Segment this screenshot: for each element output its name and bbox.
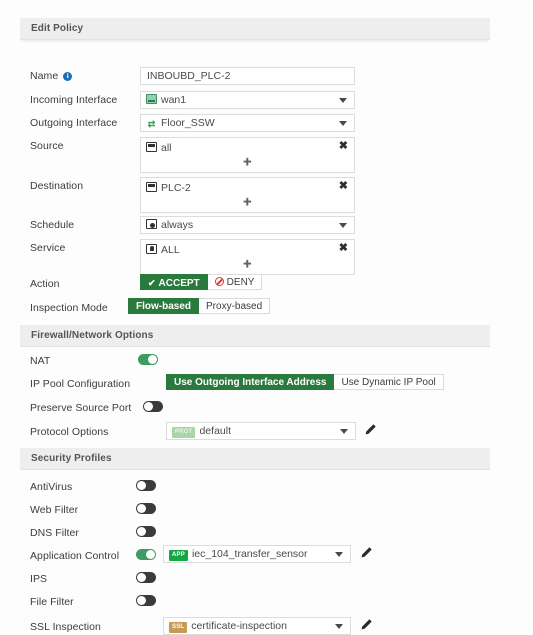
edit-pencil-icon[interactable] [360,546,373,559]
service-item-0: ALL [161,244,180,257]
application-control-select[interactable]: APP iec_104_transfer_sensor [163,545,351,563]
address-object-icon [146,142,157,152]
action-accept-label: ACCEPT [158,278,200,289]
chevron-down-icon [335,552,343,557]
label-action: Action [30,278,60,290]
label-ips: IPS [30,573,48,585]
ip-pool-dynamic-button[interactable]: Use Dynamic IP Pool [334,374,444,390]
dns-filter-toggle[interactable] [136,526,156,537]
label-file-filter: File Filter [30,596,74,608]
security-profiles-section-header: Security Profiles [20,448,490,470]
destination-add-button[interactable] [141,196,354,208]
app-badge: APP [169,550,188,562]
schedule-icon [146,219,157,230]
label-schedule: Schedule [30,219,75,231]
application-control-toggle[interactable] [136,549,156,560]
label-dns-filter: DNS Filter [30,527,79,539]
preserve-source-port-toggle[interactable] [143,401,163,412]
outgoing-interface-value: Floor_SSW [161,117,215,129]
interface-icon [146,94,157,105]
chevron-down-icon [339,121,347,126]
destination-remove-button[interactable]: ✖ [339,179,348,193]
action-accept-button[interactable]: ✔ ACCEPT [140,274,208,290]
service-icon [146,244,157,254]
source-remove-button[interactable]: ✖ [339,139,348,153]
label-source: Source [30,140,64,152]
nat-toggle[interactable] [138,354,158,365]
web-filter-toggle[interactable] [136,503,156,514]
ssl-inspection-value: certificate-inspection [191,620,287,632]
inspection-mode-flow-button[interactable]: Flow-based [128,298,200,314]
service-remove-button[interactable]: ✖ [339,241,348,255]
label-inspection-mode: Inspection Mode [30,302,108,314]
source-field[interactable]: all ✖ [140,137,355,173]
antivirus-toggle[interactable] [136,480,156,491]
dialog-title: Edit Policy [31,23,84,34]
service-field[interactable]: ALL ✖ [140,239,355,275]
label-application-control: Application Control [30,550,120,562]
action-deny-button[interactable]: DENY [207,274,263,290]
ssl-inspection-select[interactable]: SSL certificate-inspection [163,617,351,635]
inspection-mode-button-group: Flow-based Proxy-based [128,298,271,314]
incoming-interface-select[interactable]: wan1 [140,91,355,109]
label-preserve-source-port: Preserve Source Port [30,402,132,414]
edit-pencil-icon[interactable] [364,423,377,436]
file-filter-toggle[interactable] [136,595,156,606]
name-input[interactable]: INBOUBD_PLC-2 [140,67,355,85]
service-add-button[interactable] [141,258,354,270]
label-web-filter: Web Filter [30,504,79,516]
chevron-down-icon [335,624,343,629]
protocol-options-value: default [199,425,231,437]
chevron-down-icon [339,98,347,103]
application-control-value: iec_104_transfer_sensor [191,548,308,560]
firewall-network-options-title: Firewall/Network Options [31,330,154,341]
edit-pencil-icon[interactable] [360,618,373,631]
label-ip-pool-configuration: IP Pool Configuration [30,378,131,390]
info-icon[interactable]: i [63,72,73,81]
action-button-group: ✔ ACCEPT DENY [140,274,263,290]
label-service: Service [30,242,66,254]
chevron-down-icon [340,429,348,434]
ssl-badge: SSL [169,622,188,634]
label-name: Name i [30,70,73,82]
ip-pool-button-group: Use Outgoing Interface Address Use Dynam… [166,374,444,390]
ips-toggle[interactable] [136,572,156,583]
address-object-icon [146,182,157,192]
destination-field[interactable]: PLC-2 ✖ [140,177,355,213]
prot-badge: PROT [172,427,196,439]
source-add-button[interactable] [141,156,354,168]
schedule-value: always [161,219,194,231]
schedule-select[interactable]: always [140,216,355,234]
source-item-0: all [161,142,172,155]
firewall-network-options-section-header: Firewall/Network Options [20,325,490,347]
label-outgoing-interface: Outgoing Interface [30,117,118,129]
check-icon: ✔ [148,278,156,288]
name-label-text: Name [30,70,59,82]
label-destination: Destination [30,180,84,192]
action-deny-label: DENY [226,277,255,288]
protocol-options-select[interactable]: PROT default [166,422,356,440]
switch-icon: ⇄ [147,119,156,130]
inspection-mode-proxy-button[interactable]: Proxy-based [199,298,271,314]
label-incoming-interface: Incoming Interface [30,94,118,106]
destination-item-0: PLC-2 [161,182,191,195]
deny-icon [214,277,224,286]
dialog-header: Edit Policy [20,18,490,40]
security-profiles-title: Security Profiles [31,453,112,464]
ip-pool-outgoing-interface-button[interactable]: Use Outgoing Interface Address [166,374,335,390]
name-value: INBOUBD_PLC-2 [147,70,231,82]
outgoing-interface-select[interactable]: ⇄ Floor_SSW [140,114,355,132]
label-protocol-options: Protocol Options [30,426,109,438]
chevron-down-icon [339,223,347,228]
edit-policy-page: Edit Policy Name i INBOUBD_PLC-2 Incoming… [0,0,533,635]
label-ssl-inspection: SSL Inspection [30,621,101,633]
label-nat: NAT [30,355,51,367]
incoming-interface-value: wan1 [161,94,187,106]
label-antivirus: AntiVirus [30,481,73,493]
